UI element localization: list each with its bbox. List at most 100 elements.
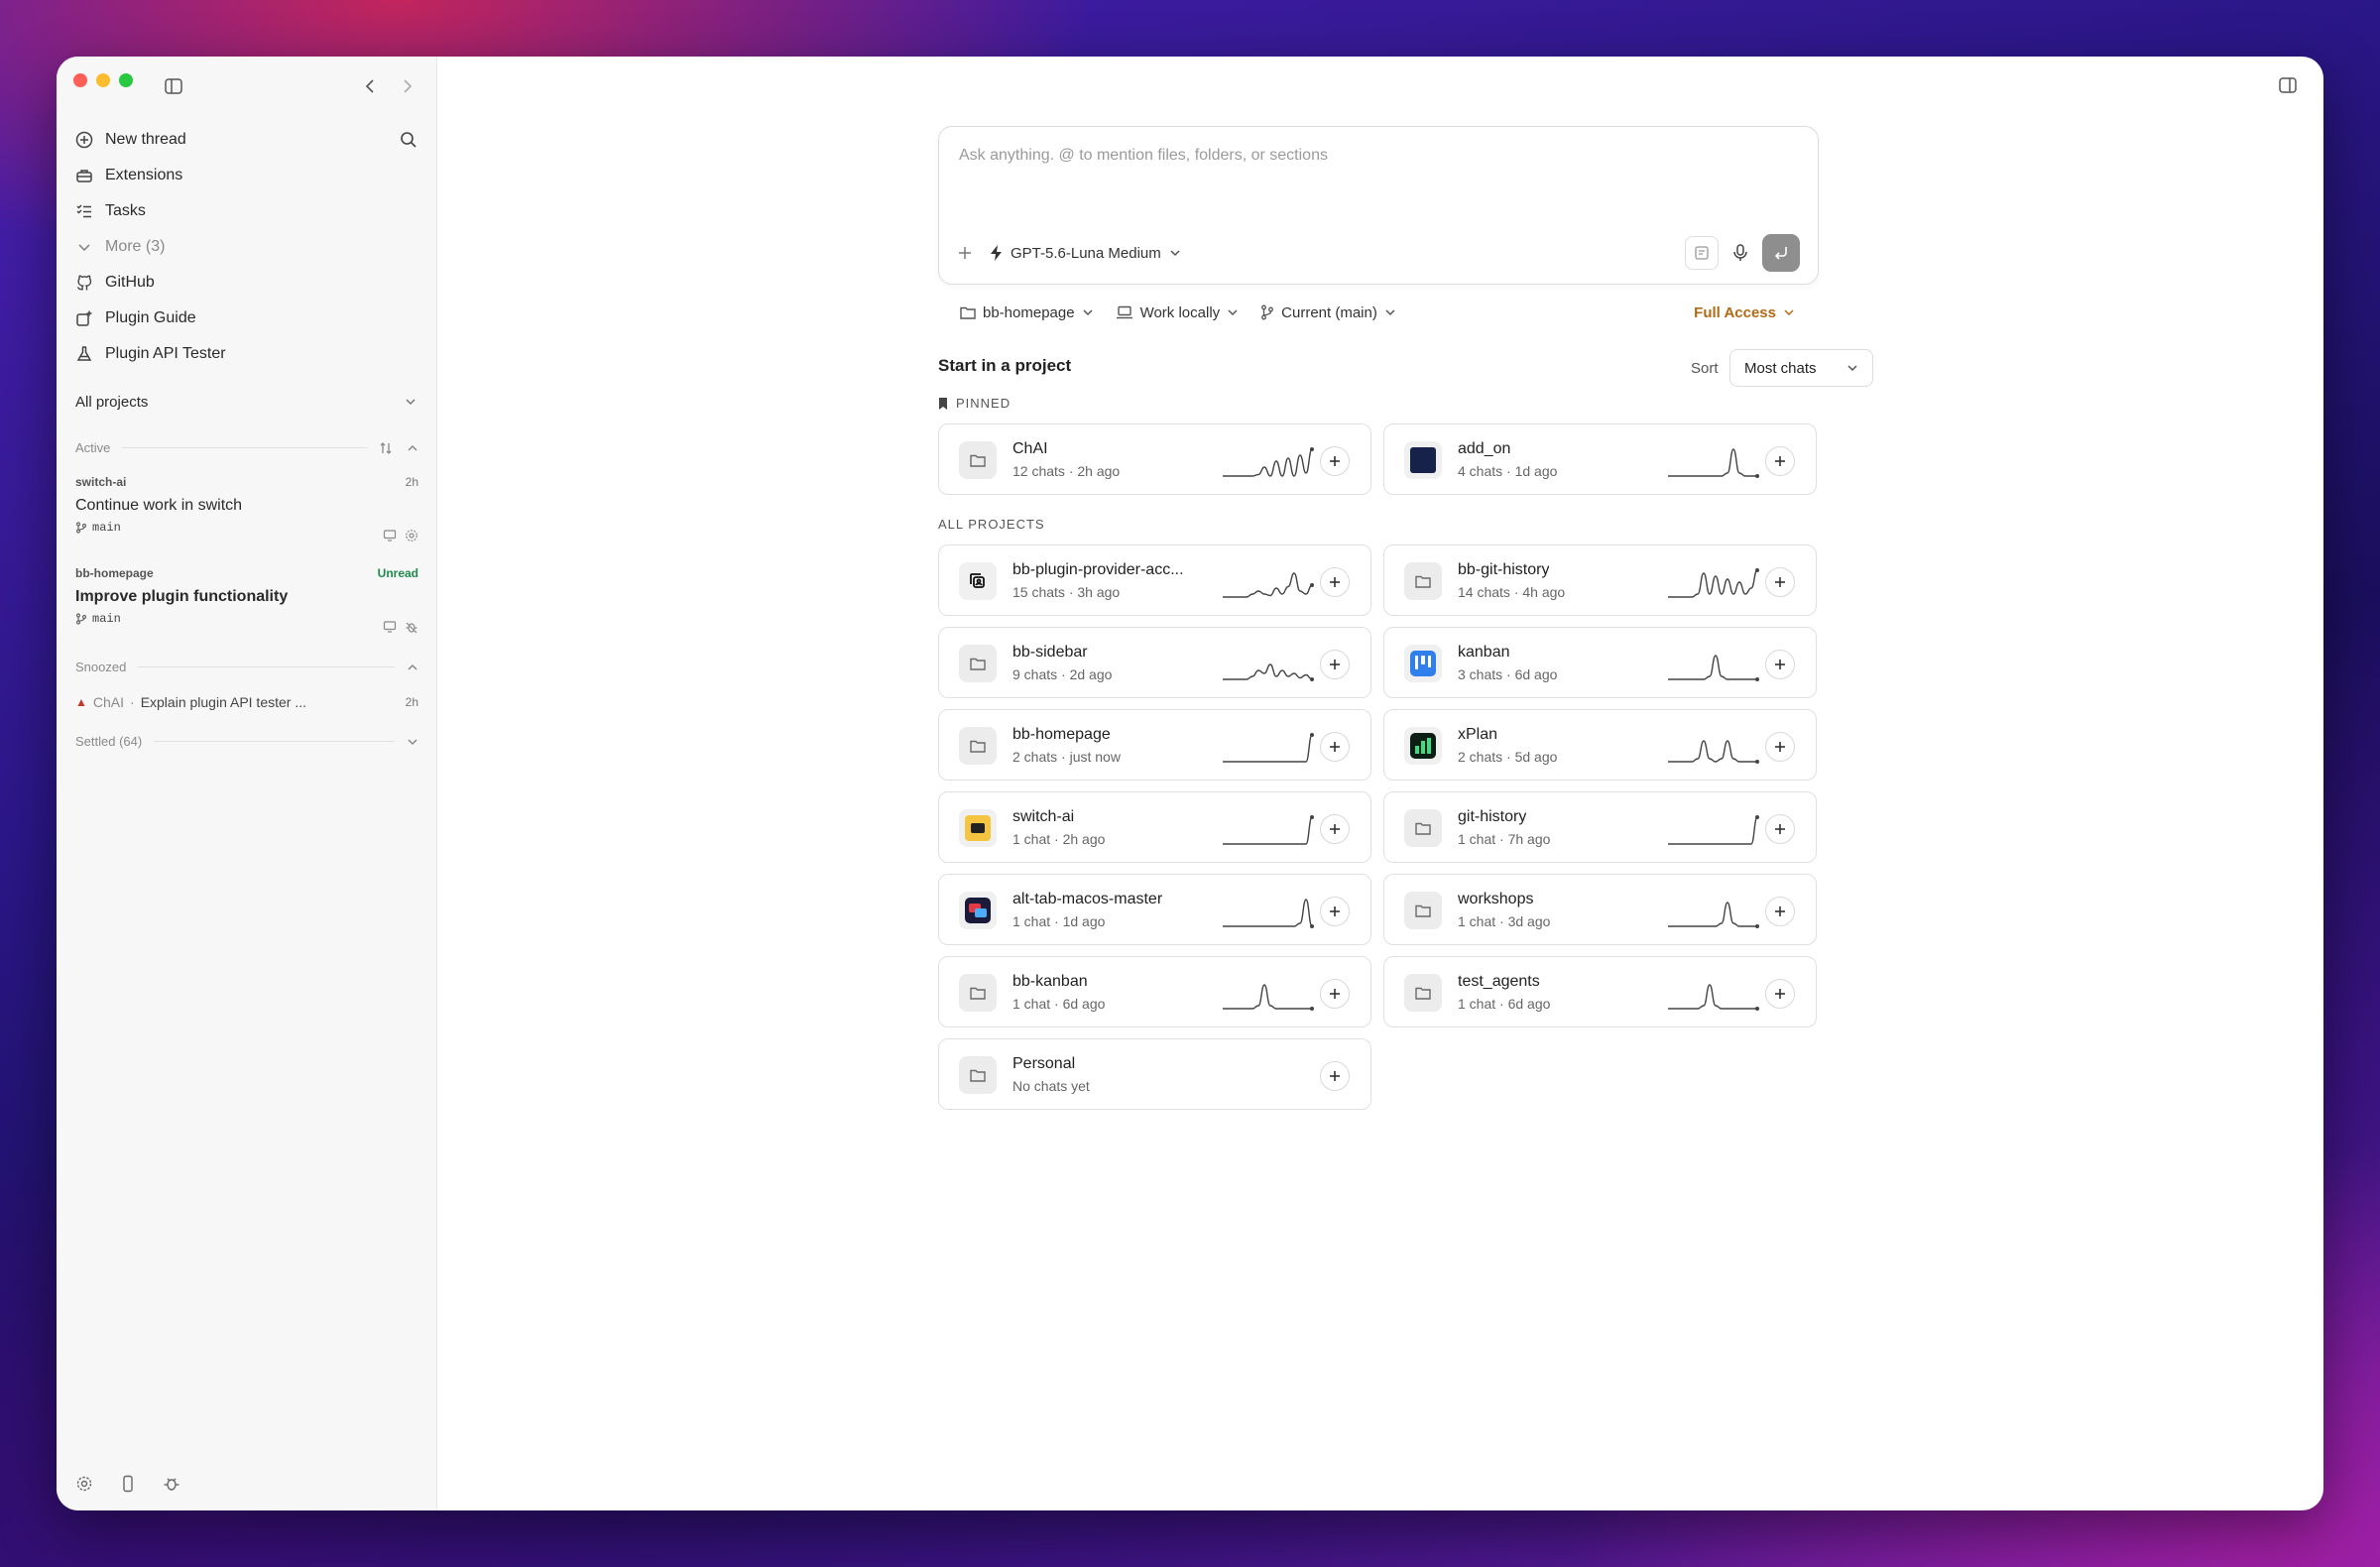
minimize-window-button[interactable] — [96, 73, 110, 87]
project-card[interactable]: alt-tab-macos-master 1 chat · 1d ago — [938, 874, 1371, 945]
sort-icon[interactable] — [379, 441, 393, 455]
add-chat-button[interactable] — [1765, 897, 1795, 926]
project-meta: 1 chat · 1d ago — [1012, 913, 1106, 929]
search-icon[interactable] — [399, 130, 418, 150]
plugin-guide-label: Plugin Guide — [105, 309, 196, 326]
all-projects-selector[interactable]: All projects — [75, 386, 417, 418]
more-label: More (3) — [105, 238, 166, 255]
sidebar-item-tasks[interactable]: Tasks — [75, 195, 146, 227]
project-card[interactable]: bb-homepage 2 chats · just now — [938, 709, 1371, 781]
composer-input[interactable]: Ask anything. @ to mention files, folder… — [959, 147, 1328, 165]
thread-item[interactable]: bb-homepage Improve plugin functionality… — [75, 566, 418, 634]
send-button[interactable] — [1762, 234, 1800, 272]
project-card[interactable]: bb-kanban 1 chat · 6d ago — [938, 956, 1371, 1027]
activity-sparkline — [1222, 447, 1314, 477]
sidebar-item-extensions[interactable]: Extensions — [75, 160, 182, 191]
active-section-header[interactable]: Active — [75, 440, 418, 455]
sparkline-endpoint — [1755, 474, 1759, 478]
toggle-sidebar-icon[interactable] — [164, 76, 183, 96]
thread-item[interactable]: switch-ai Continue work in switch main 2… — [75, 475, 418, 542]
snoozed-label: Snoozed — [75, 660, 127, 674]
add-chat-button[interactable] — [1765, 979, 1795, 1009]
chevron-up-icon[interactable] — [407, 442, 418, 454]
add-chat-button[interactable] — [1765, 446, 1795, 476]
add-chat-button[interactable] — [1320, 1061, 1350, 1091]
bug-icon[interactable] — [163, 1475, 180, 1493]
project-card[interactable]: bb-git-history 14 chats · 4h ago — [1383, 544, 1817, 616]
add-attachment-icon[interactable] — [957, 245, 973, 261]
project-meta: 1 chat · 6d ago — [1458, 996, 1551, 1012]
composer[interactable]: Ask anything. @ to mention files, folder… — [938, 126, 1819, 285]
context-button[interactable] — [1685, 236, 1719, 270]
forward-arrow-icon[interactable] — [398, 76, 417, 96]
zoom-window-button[interactable] — [119, 73, 133, 87]
add-chat-button[interactable] — [1765, 567, 1795, 597]
project-meta: 1 chat · 3d ago — [1458, 913, 1551, 929]
snoozed-thread-item[interactable]: ▲ ChAI · Explain plugin API tester ... 2… — [75, 691, 418, 713]
project-card[interactable]: test_agents 1 chat · 6d ago — [1383, 956, 1817, 1027]
sparkline-line — [1222, 734, 1313, 763]
project-name: Personal — [1012, 1055, 1076, 1072]
pinned-label: PINNED — [938, 396, 1011, 411]
project-name: test_agents — [1458, 973, 1540, 990]
project-card[interactable]: bb-plugin-provider-acc... 15 chats · 3h a… — [938, 544, 1371, 616]
add-chat-button[interactable] — [1320, 897, 1350, 926]
add-chat-button[interactable] — [1765, 814, 1795, 844]
sidebar-item-github[interactable]: GitHub — [75, 267, 155, 299]
project-meta: 12 chats · 2h ago — [1012, 463, 1121, 479]
sparkline-endpoint — [1310, 733, 1314, 737]
project-card[interactable]: add_on 4 chats · 1d ago — [1383, 423, 1817, 495]
plugin-icon — [76, 310, 92, 326]
project-name: bb-homepage — [1012, 726, 1111, 743]
location-selector[interactable]: Work locally — [1116, 304, 1240, 321]
sidebar-item-more[interactable]: More (3) — [75, 231, 165, 263]
model-selector[interactable]: GPT-5.6-Luna Medium — [991, 245, 1181, 262]
back-arrow-icon[interactable] — [360, 76, 380, 96]
branch-selector[interactable]: Current (main) — [1260, 304, 1396, 321]
sidebar-item-plugin-guide[interactable]: Plugin Guide — [75, 302, 196, 334]
thread-status-icons — [383, 529, 418, 542]
add-chat-button[interactable] — [1320, 732, 1350, 762]
app-logo-icon — [1404, 441, 1442, 479]
toggle-right-panel-icon[interactable] — [2278, 75, 2298, 95]
sidebar-footer — [75, 1475, 180, 1493]
project-card[interactable]: workshops 1 chat · 3d ago — [1383, 874, 1817, 945]
project-card[interactable]: bb-sidebar 9 chats · 2d ago — [938, 627, 1371, 698]
sort-select[interactable]: Most chats — [1729, 349, 1873, 387]
add-chat-button[interactable] — [1765, 650, 1795, 679]
add-chat-button[interactable] — [1320, 979, 1350, 1009]
project-card[interactable]: xPlan 2 chats · 5d ago — [1383, 709, 1817, 781]
microphone-icon[interactable] — [1732, 244, 1748, 262]
project-card[interactable]: kanban 3 chats · 6d ago — [1383, 627, 1817, 698]
plus-icon — [1775, 989, 1785, 999]
chevron-down-icon[interactable] — [407, 736, 418, 748]
close-window-button[interactable] — [73, 73, 87, 87]
project-card[interactable]: git-history 1 chat · 7h ago — [1383, 791, 1817, 863]
add-chat-button[interactable] — [1320, 446, 1350, 476]
project-card[interactable]: switch-ai 1 chat · 2h ago — [938, 791, 1371, 863]
project-selector[interactable]: bb-homepage — [960, 304, 1094, 321]
sparkline-endpoint — [1755, 1007, 1759, 1011]
project-meta: 1 chat · 7h ago — [1458, 831, 1551, 847]
add-chat-button[interactable] — [1320, 814, 1350, 844]
separator: · — [130, 694, 135, 710]
project-card[interactable]: Personal No chats yet — [938, 1038, 1371, 1110]
add-chat-button[interactable] — [1765, 732, 1795, 762]
add-chat-button[interactable] — [1320, 567, 1350, 597]
settled-section-header[interactable]: Settled (64) — [75, 734, 418, 749]
branch-icon — [75, 613, 87, 625]
chevron-up-icon[interactable] — [407, 662, 418, 673]
project-meta: 2 chats · 5d ago — [1458, 749, 1558, 765]
snoozed-section-header[interactable]: Snoozed — [75, 660, 418, 674]
sidebar-item-plugin-api-tester[interactable]: Plugin API Tester — [75, 338, 226, 370]
tasks-label: Tasks — [105, 202, 146, 219]
phone-icon[interactable] — [119, 1475, 137, 1493]
sparkline-endpoint — [1310, 924, 1314, 928]
add-chat-button[interactable] — [1320, 650, 1350, 679]
project-card[interactable]: ChAI 12 chats · 2h ago — [938, 423, 1371, 495]
new-thread-button[interactable]: New thread — [75, 124, 186, 156]
project-meta: No chats yet — [1012, 1078, 1090, 1094]
project-meta: 2 chats · just now — [1012, 749, 1121, 765]
access-selector[interactable]: Full Access — [1694, 304, 1795, 321]
settings-gear-icon[interactable] — [75, 1475, 93, 1493]
